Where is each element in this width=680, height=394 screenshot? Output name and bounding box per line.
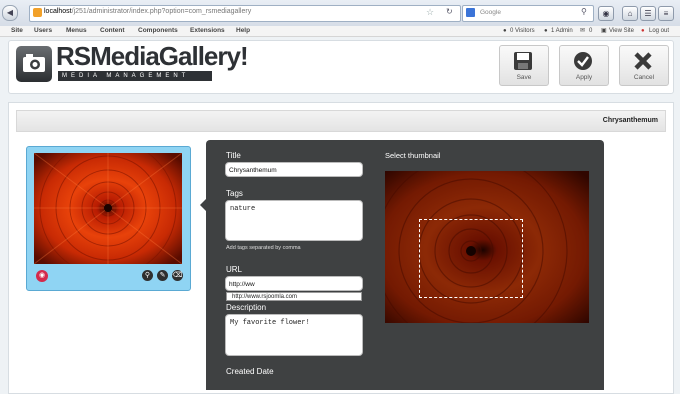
menu-item-menus[interactable]: Menus — [66, 26, 87, 36]
logout-icon: ● — [641, 28, 645, 34]
tags-label: Tags — [226, 189, 243, 198]
visitors-count: 0 Visitors — [510, 28, 535, 34]
mail-icon: ✉ — [580, 28, 586, 34]
view-site-link[interactable]: View Site — [609, 26, 634, 36]
edit-icon[interactable]: ✎ — [157, 270, 168, 281]
home-icon[interactable]: ⌂ — [622, 6, 638, 21]
title-label: Title — [226, 151, 241, 160]
apply-button[interactable]: Apply — [559, 45, 609, 86]
menu-item-users[interactable]: Users — [34, 26, 52, 36]
tags-help-text: Add tags separated by comma — [226, 245, 301, 251]
check-icon — [574, 52, 592, 70]
menu-item-components[interactable]: Components — [138, 26, 178, 36]
url-label: URL — [226, 265, 243, 274]
description-label: Description — [226, 303, 267, 312]
image-name-bar — [16, 110, 666, 132]
cancel-label: Cancel — [633, 74, 655, 81]
camera-icon — [16, 46, 52, 82]
menu-item-site[interactable]: Site — [11, 26, 23, 36]
image-name-heading: Chrysanthemum — [602, 117, 658, 124]
google-icon — [466, 8, 475, 17]
bookmarks-icon[interactable]: ☰ — [640, 6, 656, 21]
menu-item-help[interactable]: Help — [236, 26, 250, 36]
menu-icon[interactable]: ≡ — [658, 6, 674, 21]
joomla-icon — [33, 8, 42, 17]
url-autocomplete-item[interactable]: http://www.rsjoomla.com — [226, 292, 362, 301]
thumbnail-label: Select thumbnail — [385, 151, 441, 160]
zoom-icon[interactable]: ⚲ — [142, 270, 153, 281]
messages-count: 0 — [589, 28, 593, 34]
search-placeholder: Google — [480, 9, 501, 16]
view-site-icon: ▣ — [601, 28, 607, 34]
save-button[interactable]: Save — [499, 45, 549, 86]
logo-title: RSMediaGallery! — [56, 41, 249, 71]
url-input[interactable]: http://ww — [225, 276, 363, 291]
created-date-label: Created Date — [226, 367, 274, 376]
reload-icon[interactable]: ↻ — [446, 7, 453, 16]
title-input[interactable]: Chrysanthemum — [225, 162, 363, 177]
save-icon — [514, 52, 532, 70]
logo-subtitle: MEDIA MANAGEMENT — [58, 71, 212, 81]
star-icon[interactable]: ☆ — [426, 7, 434, 18]
menu-item-extensions[interactable]: Extensions — [190, 26, 225, 36]
apply-label: Apply — [575, 74, 593, 81]
back-icon[interactable]: ◀ — [2, 5, 18, 21]
addon-icon[interactable]: ◉ — [598, 6, 614, 21]
close-icon — [634, 52, 652, 70]
admins-icon: ● — [544, 28, 548, 34]
image-preview — [34, 153, 182, 264]
address-bar-text: localhost/j251/administrator/index.php?o… — [44, 8, 252, 15]
admins-count: 1 Admin — [551, 28, 573, 34]
search-icon[interactable]: ⚲ — [581, 7, 587, 16]
save-label: Save — [516, 74, 532, 81]
menu-item-content[interactable]: Content — [100, 26, 125, 36]
delete-icon[interactable]: ⌫ — [172, 270, 183, 281]
description-textarea[interactable]: My favorite flower! — [225, 314, 363, 356]
thumbnail-crop-area[interactable] — [419, 219, 523, 298]
tags-textarea[interactable]: nature — [225, 200, 363, 241]
eye-icon[interactable]: ◉ — [36, 270, 48, 282]
visitors-icon: ● — [503, 28, 507, 34]
logout-link[interactable]: Log out — [649, 26, 669, 36]
cancel-button[interactable]: Cancel — [619, 45, 669, 86]
